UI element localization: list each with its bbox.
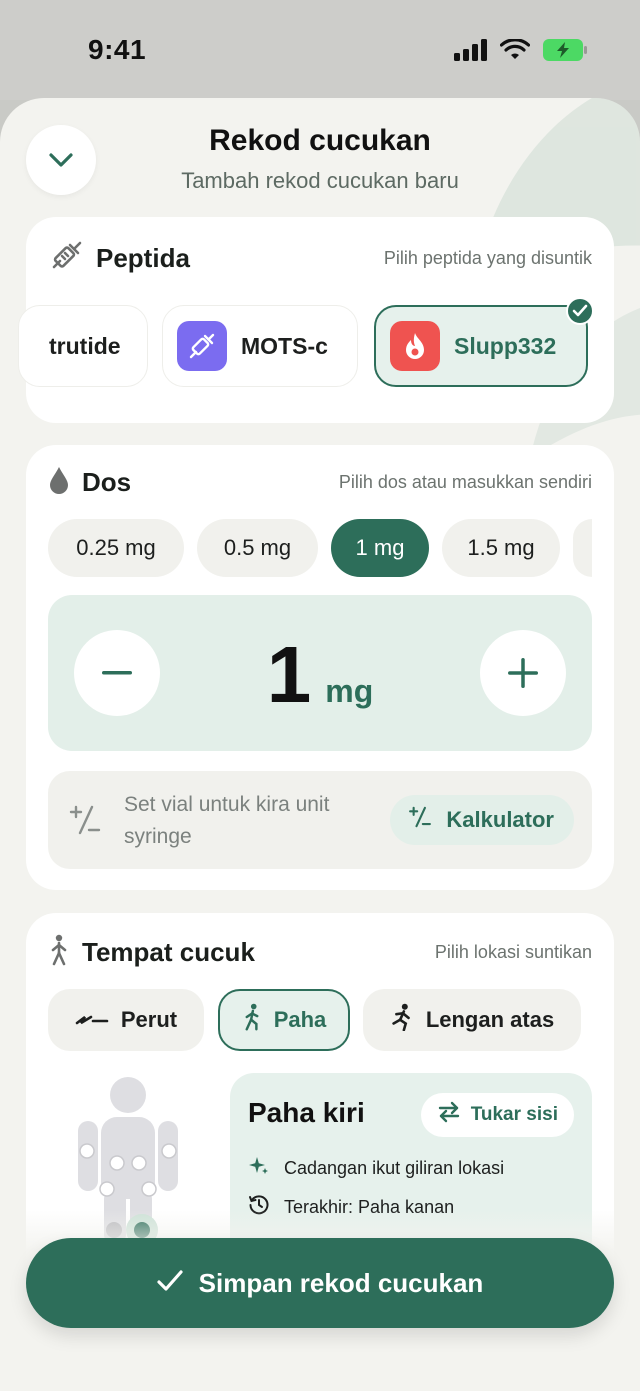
tab-lengan-atas-label: Lengan atas	[425, 1007, 555, 1032]
swap-arrows-icon	[437, 1101, 461, 1129]
site-detail-title: Paha kiri	[248, 1097, 365, 1128]
tab-paha-label: Paha	[273, 1007, 327, 1032]
swap-side-button[interactable]: Tukar sisi	[420, 1093, 574, 1137]
checkmark-icon	[566, 297, 594, 325]
tab-lengan-atas[interactable]: Lengan atas	[363, 989, 581, 1051]
dose-option-selected[interactable]: 1 mg	[331, 519, 429, 577]
tab-perut-label: Perut	[120, 1007, 178, 1032]
vial-setup-text: Set vial untuk kira unit syringe	[124, 793, 330, 848]
peptide-chip-trutide[interactable]: trutide	[18, 305, 148, 387]
plus-minus-icon	[68, 803, 102, 842]
running-person-icon	[390, 1003, 414, 1037]
dose-card-header: Dos Pilih dos atau masukkan sendiri	[48, 465, 592, 499]
syringe-icon	[48, 239, 84, 278]
calculator-label: Kalkulator	[446, 807, 554, 832]
dose-card: Dos Pilih dos atau masukkan sendiri 0.25…	[26, 445, 614, 890]
wifi-icon	[499, 38, 531, 66]
peptide-chip-mots-c[interactable]: MOTS-c	[162, 305, 358, 387]
peptide-card-header: Peptida Pilih peptida yang disuntik	[48, 241, 592, 275]
dose-unit: mg	[325, 673, 374, 709]
dose-hint: Pilih dos atau masukkan sendiri	[338, 471, 592, 492]
status-bar: 9:41	[0, 0, 640, 100]
page-subtitle: Tambah rekod cucukan baru	[181, 168, 459, 193]
suggestion-text: Cadangan ikut giliran lokasi	[284, 1158, 505, 1178]
checkmark-icon	[157, 1268, 183, 1299]
droplet-icon	[48, 465, 70, 500]
peptide-hint: Pilih peptida yang disuntik	[383, 247, 592, 268]
sparkle-icon	[248, 1155, 270, 1182]
swap-side-label: Tukar sisi	[470, 1104, 558, 1125]
tab-perut[interactable]: Perut	[48, 989, 204, 1051]
dose-value: 1	[266, 630, 312, 719]
site-hint: Pilih lokasi suntikan	[434, 941, 592, 962]
plus-minus-icon	[408, 805, 432, 835]
suggestion-row: Cadangan ikut giliran lokasi	[248, 1155, 504, 1182]
signal-icon	[454, 39, 488, 66]
peptide-chip-label: trutide	[49, 332, 121, 359]
flame-icon	[390, 321, 440, 371]
dose-option[interactable]: 1.5 mg	[442, 519, 560, 577]
plus-icon	[508, 658, 538, 688]
status-icons	[454, 38, 588, 67]
save-record-label: Simpan rekod cucukan	[198, 1267, 484, 1298]
peptide-chip-slupp332[interactable]: Slupp332	[374, 297, 594, 387]
dose-option-more[interactable]	[573, 519, 592, 577]
peptide-chip-label: Slupp332	[454, 332, 557, 359]
record-sheet: Rekod cucukan Tambah rekod cucukan baru …	[0, 98, 640, 1391]
site-title: Tempat cucuk	[82, 936, 255, 967]
site-card-header: Tempat cucuk Pilih lokasi suntikan	[48, 934, 592, 971]
peptide-card: Peptida Pilih peptida yang disuntik trut…	[18, 217, 614, 423]
page-title: Rekod cucukan	[209, 124, 431, 157]
dose-option[interactable]: 0.5 mg	[197, 519, 318, 577]
dose-title: Dos	[82, 466, 132, 497]
belly-icon	[75, 1007, 109, 1033]
increment-button[interactable]	[480, 630, 566, 716]
walking-person-icon	[48, 934, 70, 971]
calculator-button[interactable]: Kalkulator	[390, 795, 574, 845]
syringe-icon	[177, 321, 227, 371]
dose-option[interactable]: 0.25 mg	[48, 519, 184, 577]
vial-setup-box: Set vial untuk kira unit syringe Kalkula…	[48, 771, 592, 869]
peptide-chip-label: MOTS-c	[241, 332, 328, 359]
peptide-title: Peptida	[96, 242, 190, 273]
dose-stepper: 1 mg	[48, 595, 592, 751]
walking-person-icon	[242, 1003, 262, 1037]
tab-paha[interactable]: Paha	[218, 989, 350, 1051]
battery-charging-icon	[542, 38, 588, 67]
status-time: 9:41	[88, 34, 147, 65]
save-record-button[interactable]: Simpan rekod cucukan	[26, 1238, 614, 1328]
